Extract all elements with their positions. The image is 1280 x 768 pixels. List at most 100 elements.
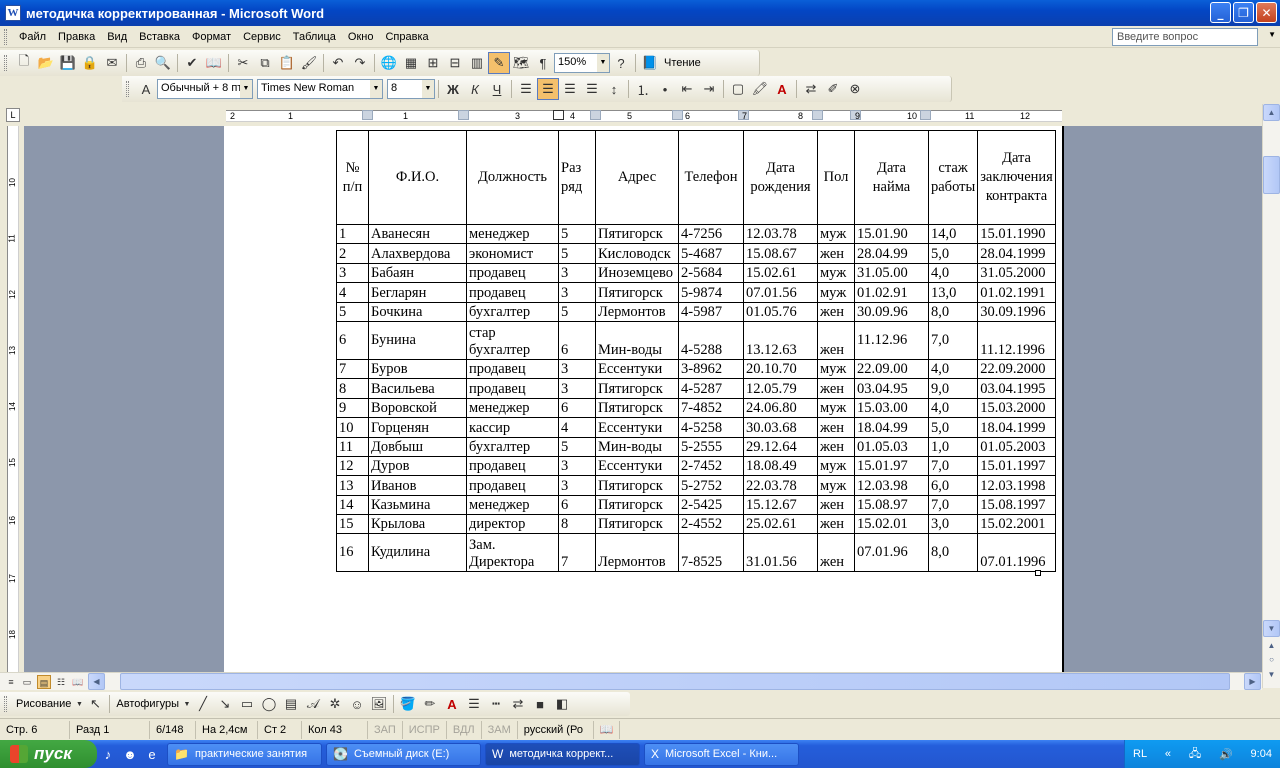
cell-address[interactable]: Ессентуки (595, 455, 679, 477)
new-document-icon[interactable]: 🗋 (13, 52, 35, 74)
reject-change-icon[interactable]: ⊗ (844, 78, 866, 100)
cell-phone[interactable]: 4-5258 (678, 417, 744, 438)
underline-icon[interactable]: Ч (486, 78, 508, 100)
cell-contract-date[interactable]: 07.01.1996 (977, 533, 1056, 573)
cell-address[interactable]: Кисловодск (595, 243, 679, 264)
cell-hire-date[interactable]: 15.08.97 (854, 494, 929, 516)
internet-explorer-icon[interactable]: e (141, 743, 163, 765)
cell-grade[interactable]: 3 (558, 475, 596, 496)
cell-address[interactable]: Пятигорск (595, 223, 679, 245)
spelling-status-icon[interactable]: 📖 (594, 720, 621, 739)
menu-help[interactable]: Справка (379, 31, 434, 43)
oval-icon[interactable]: ◯ (258, 693, 280, 715)
menu-grip[interactable] (4, 28, 7, 45)
cell-position[interactable]: кассир (466, 417, 559, 438)
network-icon[interactable]: 🖧 (1189, 745, 1201, 764)
cell-full-name[interactable]: Иванов (368, 475, 467, 496)
cell-position[interactable]: продавец (466, 358, 559, 380)
cell-address[interactable]: Пятигорск (595, 378, 679, 399)
read-icon[interactable]: 📘 (639, 52, 661, 74)
cell-grade[interactable]: 3 (558, 282, 596, 303)
cell-contract-date[interactable]: 01.05.2003 (977, 436, 1056, 457)
cell-phone[interactable]: 2-4552 (678, 514, 744, 535)
cell-gender[interactable]: жен (817, 378, 855, 399)
toolbar-grip[interactable] (4, 55, 7, 71)
cell-full-name[interactable]: Бунина (368, 320, 467, 360)
chevron-down-icon[interactable]: ▼ (597, 54, 609, 72)
status-trk[interactable]: ИСПР (403, 720, 447, 739)
cell-birth-date[interactable]: 15.08.67 (743, 243, 818, 264)
close-button[interactable]: ✕ (1256, 2, 1277, 23)
cell-birth-date[interactable]: 24.06.80 (743, 397, 818, 419)
cell-full-name[interactable]: Алахвердова (368, 243, 467, 264)
cell-experience[interactable]: 4,0 (927, 262, 979, 284)
table-row[interactable]: 3 Бабаян продавец 3 Иноземцево 2-5684 15.02.61… (336, 262, 1056, 284)
cell-birth-date[interactable]: 25.02.61 (743, 514, 818, 535)
menu-view[interactable]: Вид (101, 31, 133, 43)
employees-table[interactable]: № п/п Ф.И.О. Должность Раз ряд Адрес Тел… (336, 130, 1056, 573)
cell-gender[interactable]: жен (817, 436, 855, 457)
email-icon[interactable]: ✉ (101, 52, 123, 74)
menu-table[interactable]: Таблица (287, 31, 342, 43)
decrease-indent-icon[interactable]: ⇤ (676, 78, 698, 100)
next-page-icon[interactable]: ▼ (1263, 667, 1280, 684)
cell-position[interactable]: менеджер (466, 397, 559, 419)
cell-birth-date[interactable]: 20.10.70 (743, 358, 818, 380)
scroll-right-button[interactable]: ▶ (1244, 673, 1261, 690)
help-icon[interactable]: ? (610, 52, 632, 74)
ask-question-input[interactable]: Введите вопрос (1112, 28, 1258, 46)
scroll-left-button[interactable]: ◀ (88, 673, 105, 690)
cell-full-name[interactable]: Бегларян (368, 282, 467, 303)
cell-hire-date[interactable]: 31.05.00 (854, 262, 929, 284)
cell-contract-date[interactable]: 15.03.2000 (977, 397, 1056, 419)
cell-position[interactable]: директор (466, 514, 559, 535)
cell-gender[interactable]: жен (817, 514, 855, 535)
table-row[interactable]: 7 Буров продавец 3 Ессентуки 3-8962 20.10.70 му… (336, 358, 1056, 380)
cell-full-name[interactable]: Васильева (368, 378, 467, 399)
cell-row-number[interactable]: 16 (336, 533, 369, 573)
cell-contract-date[interactable]: 11.12.1996 (977, 320, 1056, 360)
cell-gender[interactable]: муж (817, 223, 855, 245)
cell-phone[interactable]: 7-4852 (678, 397, 744, 419)
cell-position[interactable]: продавец (466, 455, 559, 477)
zoom-select[interactable]: 150% ▼ (554, 53, 610, 73)
cell-phone[interactable]: 5-9874 (678, 282, 744, 303)
task-removable-disk[interactable]: 💽 Съемный диск (E:) (326, 742, 481, 766)
bold-icon[interactable]: Ж (442, 78, 464, 100)
table-row[interactable]: 5 Бочкина бухгалтер 5 Лермонтов 4-5987 01.05.7… (336, 301, 1056, 322)
media-player-icon[interactable]: ♪ (97, 743, 119, 765)
track-changes-icon[interactable]: ✐ (822, 78, 844, 100)
cell-hire-date[interactable]: 15.01.97 (854, 455, 929, 477)
menu-edit[interactable]: Правка (52, 31, 101, 43)
task-excel[interactable]: X Microsoft Excel - Кни... (644, 742, 799, 766)
line-icon[interactable]: ╱ (192, 693, 214, 715)
cell-phone[interactable]: 5-2752 (678, 475, 744, 496)
cell-full-name[interactable]: Бабаян (368, 262, 467, 284)
tables-borders-icon[interactable]: ▦ (400, 52, 422, 74)
undo-icon[interactable]: ↶ (327, 52, 349, 74)
cell-full-name[interactable]: Дуров (368, 455, 467, 477)
cell-row-number[interactable]: 9 (336, 397, 369, 419)
normal-view-icon[interactable]: ≡ (4, 675, 18, 689)
reading-view-icon[interactable]: 📖 (71, 675, 85, 689)
table-row[interactable]: 13 Иванов продавец 3 Пятигорск 5-2752 22.03.78… (336, 475, 1056, 496)
cell-grade[interactable]: 3 (558, 262, 596, 284)
cell-grade[interactable]: 5 (558, 243, 596, 264)
cell-row-number[interactable]: 14 (336, 494, 369, 516)
table-row[interactable]: 14 Казьмина менеджер 6 Пятигорск 2-5425 15.12.… (336, 494, 1056, 516)
column-marker[interactable] (458, 110, 469, 120)
cell-contract-date[interactable]: 15.02.2001 (977, 514, 1056, 535)
borders-icon[interactable]: ▢ (727, 78, 749, 100)
cell-experience[interactable]: 5,0 (927, 243, 979, 264)
print-layout-icon[interactable]: ▤ (37, 675, 51, 689)
cell-phone[interactable]: 4-5287 (678, 378, 744, 399)
cell-position[interactable]: продавец (466, 262, 559, 284)
cell-grade[interactable]: 6 (558, 397, 596, 419)
shadow-icon[interactable]: ■ (529, 693, 551, 715)
cell-row-number[interactable]: 12 (336, 455, 369, 477)
italic-icon[interactable]: К (464, 78, 486, 100)
cell-experience[interactable]: 9,0 (927, 378, 979, 399)
autoshapes-menu-button[interactable]: Автофигуры (113, 698, 182, 710)
table-row[interactable]: 16 Кудилина Зам. Директора 7 Лермонтов 7-8525… (336, 533, 1056, 573)
cell-row-number[interactable]: 8 (336, 378, 369, 399)
